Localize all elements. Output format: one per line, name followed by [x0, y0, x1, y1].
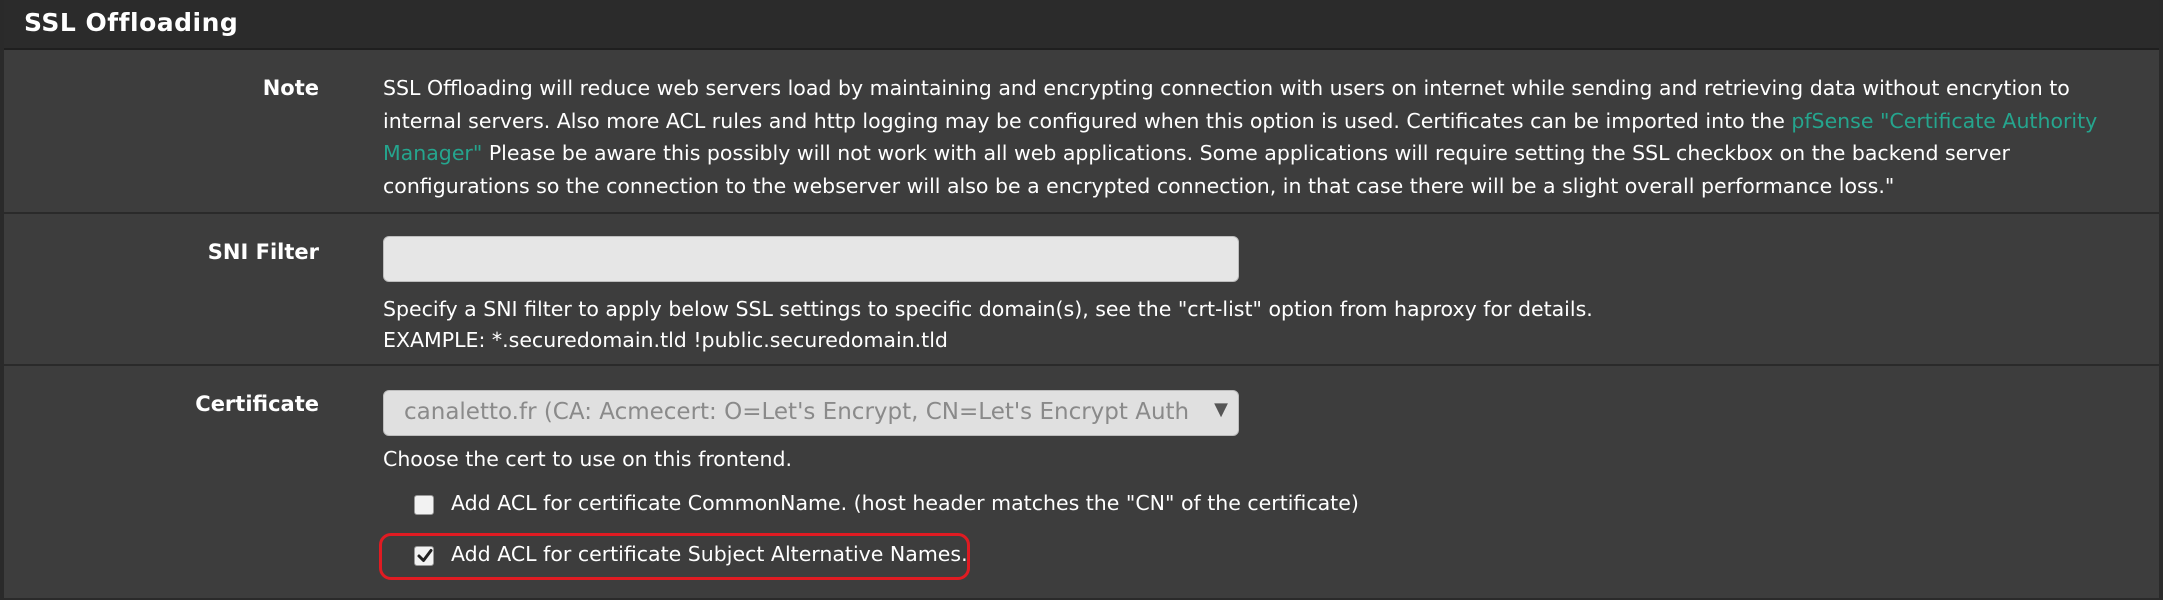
ssl-offloading-panel: SSL Offloading Note SSL Offloading will …: [0, 0, 2163, 600]
acl-common-name-checkbox[interactable]: [414, 495, 434, 515]
certificate-select-value: canaletto.fr (CA: Acmecert: O=Let's Encr…: [404, 399, 1188, 425]
note-text: SSL Offloading will reduce web servers l…: [383, 72, 2145, 202]
sni-filter-input[interactable]: [383, 236, 1239, 282]
acl-common-name-label: Add ACL for certificate CommonName. (hos…: [451, 491, 1359, 515]
sni-filter-label: SNI Filter: [207, 240, 319, 264]
sni-filter-help: Specify a SNI filter to apply below SSL …: [383, 297, 1593, 321]
note-row: Note SSL Offloading will reduce web serv…: [4, 50, 2159, 214]
certificate-row: Certificate canaletto.fr (CA: Acmecert: …: [4, 366, 2159, 600]
certificate-select[interactable]: canaletto.fr (CA: Acmecert: O=Let's Encr…: [383, 390, 1239, 436]
note-label: Note: [262, 76, 319, 100]
sni-filter-example: EXAMPLE: *.securedomain.tld !public.secu…: [383, 328, 948, 352]
chevron-down-icon: ▼: [1214, 399, 1228, 420]
highlight-annotation: [379, 533, 970, 580]
panel-title: SSL Offloading: [24, 8, 239, 37]
certificate-label: Certificate: [195, 392, 319, 416]
certificate-help: Choose the cert to use on this frontend.: [383, 447, 792, 471]
note-text-after-link: Please be aware this possibly will not w…: [383, 141, 2010, 198]
panel-heading: SSL Offloading: [4, 0, 2159, 50]
sni-filter-row: SNI Filter Specify a SNI filter to apply…: [4, 214, 2159, 366]
